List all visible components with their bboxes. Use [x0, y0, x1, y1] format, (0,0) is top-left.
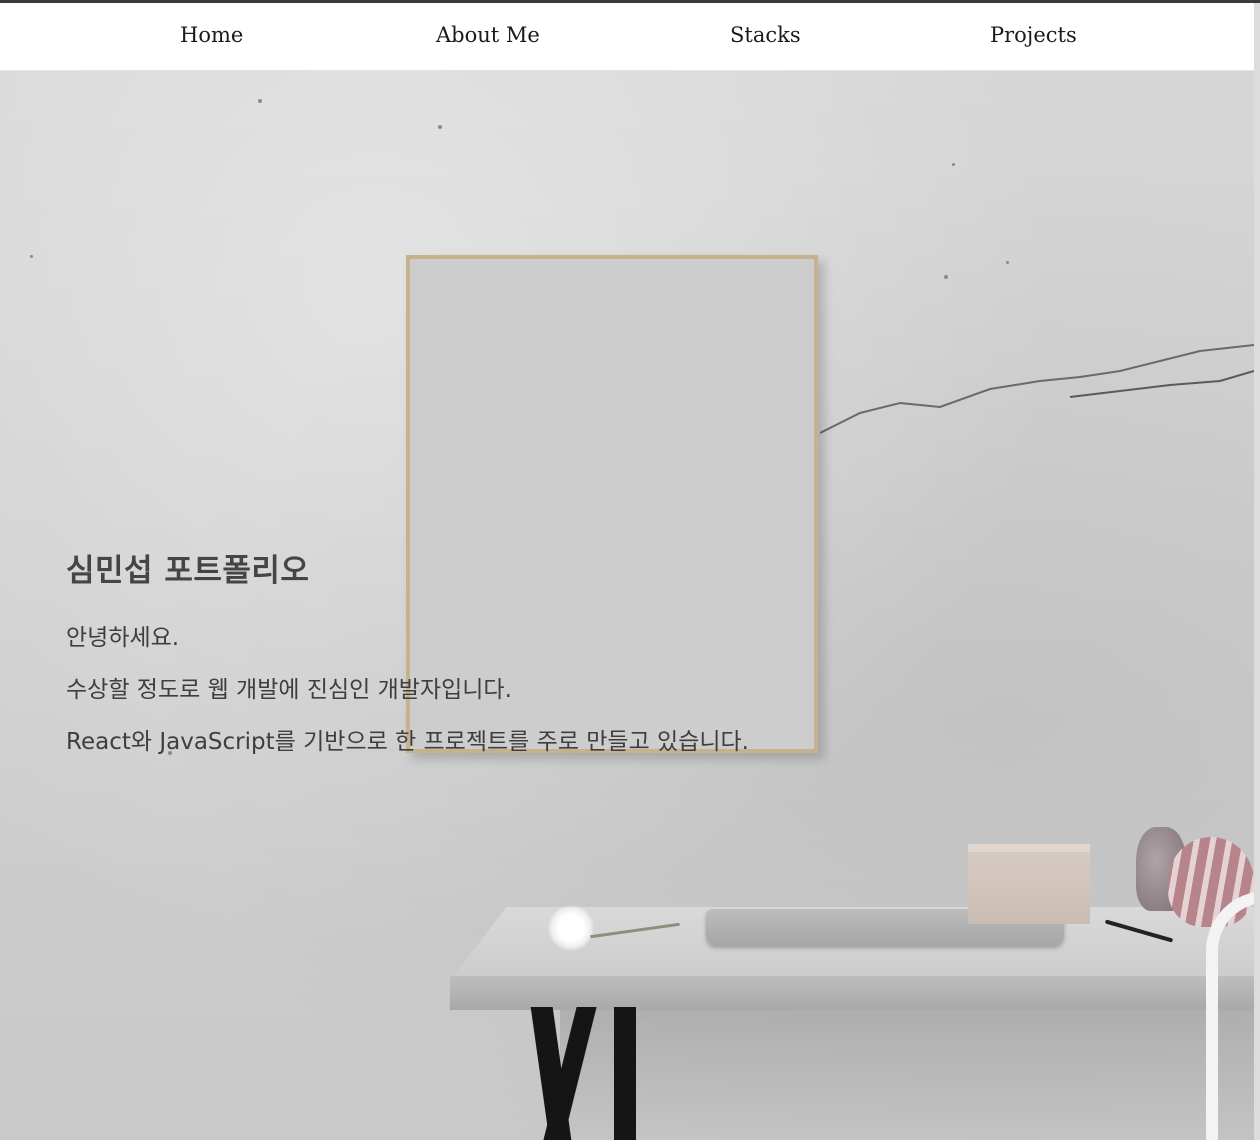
hero-introduction: 심민섭 포트폴리오 안녕하세요. 수상할 정도로 웹 개발에 진심인 개발자입니…: [66, 545, 826, 774]
wall-speck: [30, 255, 33, 258]
wall-speck: [258, 99, 262, 103]
nav-item-home[interactable]: Home: [180, 23, 243, 47]
chair: [1206, 891, 1254, 1140]
desk-edge: [450, 976, 1254, 1010]
wall-speck: [944, 275, 948, 279]
wall-speck: [952, 163, 955, 166]
hero-greeting: 안녕하세요.: [66, 625, 180, 651]
wall-crack: [820, 344, 1254, 434]
wall-speck: [1006, 261, 1009, 264]
nav-item-about-me[interactable]: About Me: [436, 23, 540, 47]
nav-item-stacks[interactable]: Stacks: [730, 23, 801, 47]
top-navigation-bar: Home About Me Stacks Projects: [0, 3, 1255, 71]
hero-tech-summary: React와 JavaScript를 기반으로 한 프로젝트를 주로 만들고 있…: [66, 729, 749, 755]
hero-section: 심민섭 포트폴리오 안녕하세요. 수상할 정도로 웹 개발에 진심인 개발자입니…: [0, 71, 1254, 1140]
hero-title: 심민섭 포트폴리오: [66, 553, 310, 589]
hero-description: 수상할 정도로 웹 개발에 진심인 개발자입니다.: [66, 677, 512, 703]
flower-decoration: [548, 905, 594, 951]
wall-speck: [438, 125, 442, 129]
storage-box: [968, 844, 1090, 924]
page-scrollbar[interactable]: [1254, 3, 1260, 1140]
nav-item-projects[interactable]: Projects: [990, 23, 1077, 47]
desk-leg: [614, 1007, 636, 1140]
table-shadow: [560, 1010, 1254, 1140]
